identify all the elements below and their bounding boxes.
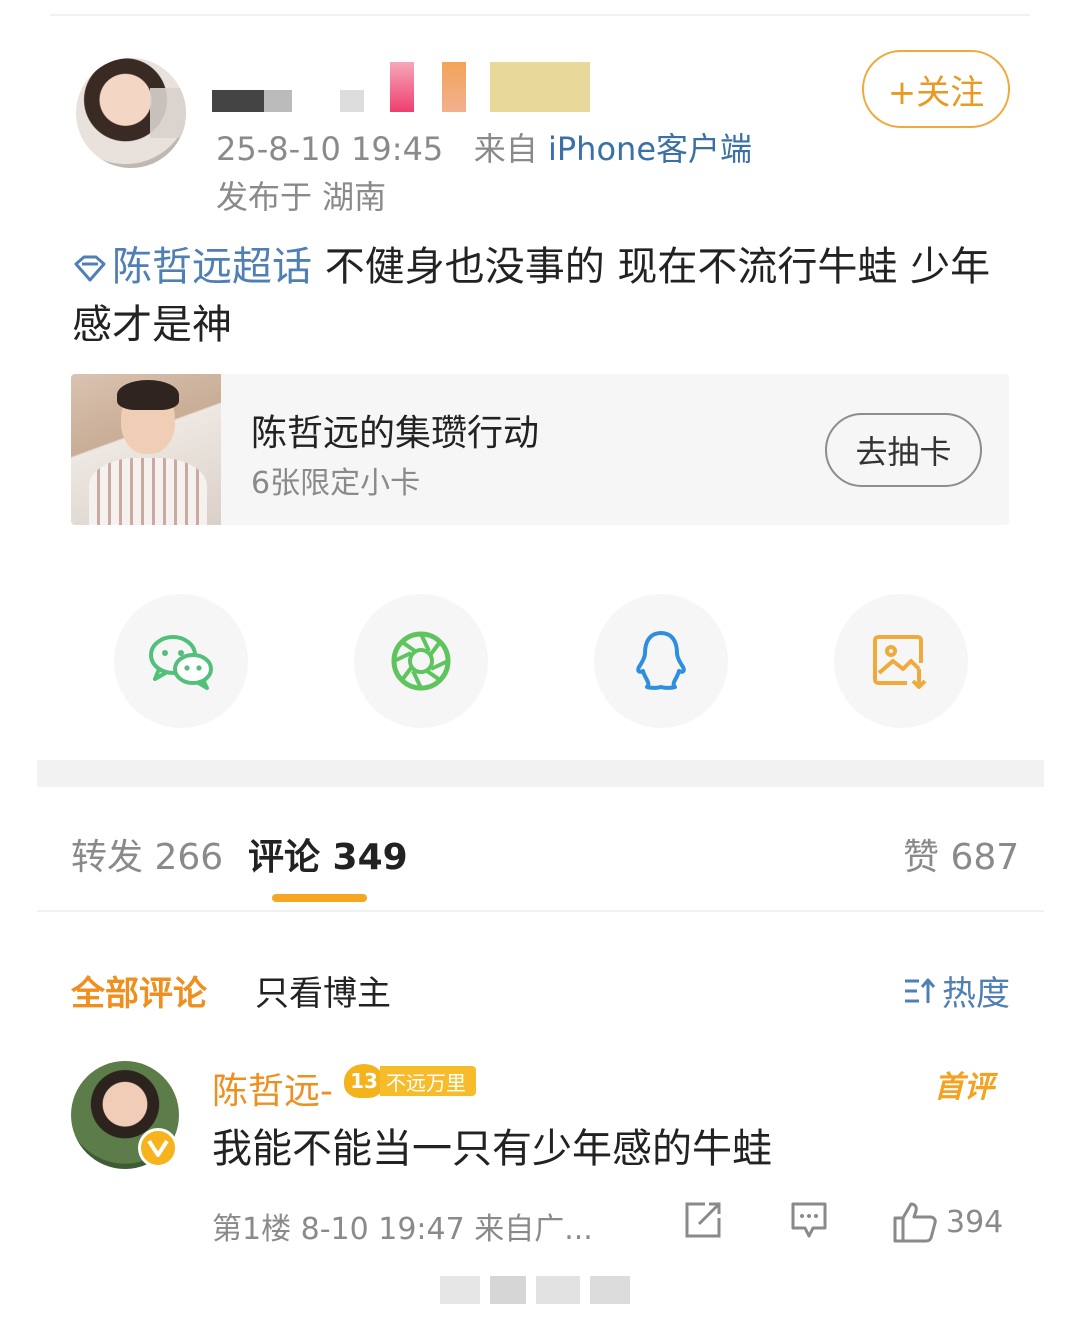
topic-link[interactable]: 陈哲远超话 (72, 244, 312, 290)
bottom-redacted-strip (440, 1276, 630, 1304)
comment-reply-button[interactable] (789, 1200, 829, 1240)
avatar-mosaic (150, 88, 186, 138)
share-qq-button[interactable] (594, 594, 728, 728)
author-name-redacted[interactable] (212, 60, 612, 116)
post-location: 发布于 湖南 (216, 178, 387, 216)
topic-label: 陈哲远超话 (112, 244, 312, 290)
collection-card[interactable]: 陈哲远的集瓒行动 6张限定小卡 去抽卡 (71, 374, 1009, 525)
share-wechat-button[interactable] (114, 594, 248, 728)
sort-icon (905, 978, 936, 1003)
save-image-button[interactable] (834, 594, 968, 728)
first-comment-tag: 首评 (934, 1070, 994, 1105)
diamond-icon (74, 255, 106, 282)
author-avatar[interactable] (76, 58, 186, 168)
moments-icon (391, 631, 451, 691)
card-title: 陈哲远的集瓒行动 (251, 413, 540, 454)
comment-meta: 第1楼 8-10 19:47 来自广... (212, 1212, 593, 1247)
sort-label: 热度 (942, 974, 1010, 1014)
fan-level-text: 不远万里 (380, 1066, 476, 1096)
verified-badge-icon (138, 1128, 178, 1168)
comment-share-button[interactable] (683, 1200, 723, 1240)
tab-repost[interactable]: 转发 266 (71, 828, 223, 880)
post-client-link[interactable]: iPhone客户端 (548, 130, 752, 168)
comment-bubble-icon (791, 1202, 827, 1238)
thumbs-up-icon (893, 1202, 937, 1243)
filter-all-comments[interactable]: 全部评论 (71, 966, 207, 1015)
post-content: 陈哲远超话 不健身也没事的 现在不流行牛蛙 少年感才是神 (72, 238, 1012, 354)
post-source-prefix: 来自 (473, 130, 538, 168)
fan-level-badge[interactable]: 13 不远万里 (344, 1064, 476, 1098)
filter-author-only[interactable]: 只看博主 (255, 966, 391, 1015)
active-tab-indicator (272, 894, 367, 902)
section-divider (37, 760, 1044, 787)
draw-card-button[interactable]: 去抽卡 (825, 413, 982, 487)
tabs-divider (37, 910, 1044, 912)
like-count: 394 (946, 1204, 1004, 1240)
share-arrow-icon (685, 1202, 721, 1238)
save-image-icon (873, 635, 927, 689)
wechat-icon (149, 635, 213, 690)
share-moments-button[interactable] (354, 594, 488, 728)
top-divider (50, 14, 1030, 16)
post-meta: 25-8-10 19:45 来自 iPhone客户端 (216, 124, 752, 170)
comment-like-button[interactable]: 394 (892, 1200, 1003, 1244)
comment-text: 我能不能当一只有少年感的牛蛙 (212, 1126, 772, 1172)
card-thumbnail (71, 374, 221, 525)
follow-button[interactable]: +关注 (862, 50, 1010, 128)
card-subtitle: 6张限定小卡 (251, 466, 421, 501)
fan-level-number: 13 (344, 1064, 384, 1098)
post-time: 25-8-10 19:45 (216, 130, 444, 168)
tab-likes[interactable]: 赞 687 (903, 828, 1019, 880)
sort-by-hot-button[interactable]: 热度 (902, 966, 1010, 1015)
commenter-name[interactable]: 陈哲远- (212, 1062, 333, 1114)
tab-comments[interactable]: 评论 349 (248, 828, 408, 880)
qq-icon (636, 631, 686, 690)
